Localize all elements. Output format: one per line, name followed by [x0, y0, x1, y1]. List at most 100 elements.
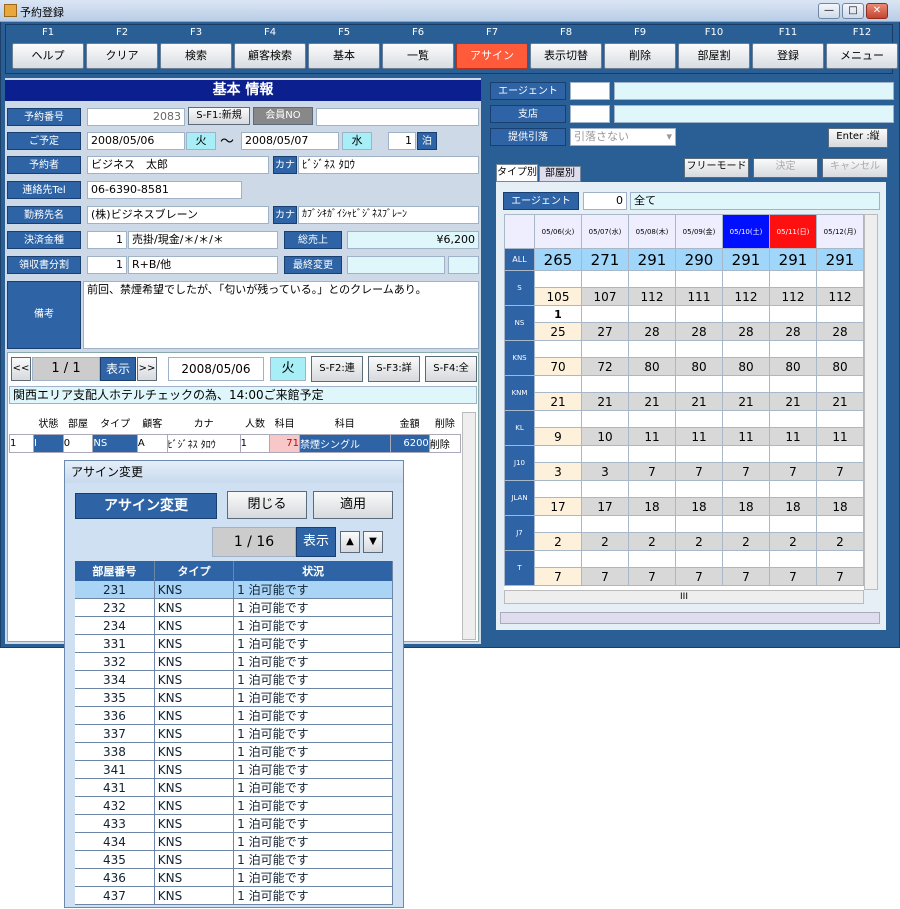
- memo-field[interactable]: 関西エリア支配人ホテルチェックの為、14:00ご来館予定: [9, 386, 477, 404]
- agent2-no-field[interactable]: 0: [583, 192, 627, 210]
- detail-scrollbar[interactable]: [462, 412, 476, 640]
- grid-cell[interactable]: 3: [581, 462, 629, 481]
- payment-no-field[interactable]: 1: [87, 231, 127, 249]
- grid-cell-mark[interactable]: [722, 445, 770, 463]
- fkey-button-f4[interactable]: 顧客検索: [234, 43, 306, 69]
- grid-cell-mark[interactable]: [675, 270, 723, 288]
- grid-cell-mark[interactable]: [769, 375, 817, 393]
- company-field[interactable]: (株)ビジネスブレーン: [87, 206, 269, 224]
- grid-cell[interactable]: 112: [769, 287, 817, 306]
- agent-code-field[interactable]: [570, 82, 610, 100]
- member-no-button[interactable]: 会員NO: [253, 107, 313, 125]
- grid-cell[interactable]: 28: [628, 322, 676, 341]
- dialog-show-button[interactable]: 表示: [296, 527, 336, 557]
- grid-cell[interactable]: 7: [675, 567, 723, 586]
- room-list-item[interactable]: 234 KNS 1 泊可能です: [75, 616, 393, 635]
- grid-cell-mark[interactable]: [675, 480, 723, 498]
- grid-cell[interactable]: 18: [722, 497, 770, 516]
- grid-cell-mark[interactable]: [581, 410, 629, 428]
- grid-cell-mark[interactable]: [722, 480, 770, 498]
- grid-cell-mark[interactable]: [675, 305, 723, 323]
- cancel-button[interactable]: キャンセル: [822, 158, 888, 178]
- grid-cell[interactable]: 18: [675, 497, 723, 516]
- grid-cell[interactable]: 291: [628, 248, 676, 271]
- grid-cell-mark[interactable]: [628, 270, 676, 288]
- room-list-item[interactable]: 341 KNS 1 泊可能です: [75, 760, 393, 779]
- receipt-no-field[interactable]: 1: [87, 256, 127, 274]
- grid-cell-mark[interactable]: [769, 340, 817, 358]
- prev-page-button[interactable]: <<: [11, 357, 31, 381]
- grid-cell[interactable]: 21: [816, 392, 864, 411]
- reservation-no-field[interactable]: 2083: [87, 108, 185, 126]
- grid-cell-mark[interactable]: [581, 515, 629, 533]
- grid-cell[interactable]: 11: [722, 427, 770, 446]
- remarks-field[interactable]: 前回、禁煙希望でしたが、「匂いが残っている。」とのクレームあり。: [83, 281, 479, 349]
- grid-cell-mark[interactable]: [534, 375, 582, 393]
- table-row[interactable]: 1 I 0 NS A ﾋﾞｼﾞﾈｽ ﾀﾛｳ 1 71 禁煙シングル 6200 削除: [9, 433, 462, 453]
- grid-cell[interactable]: 21: [628, 392, 676, 411]
- grid-cell[interactable]: 271: [581, 248, 629, 271]
- grid-cell-mark[interactable]: [581, 375, 629, 393]
- grid-cell[interactable]: 11: [675, 427, 723, 446]
- grid-cell-mark[interactable]: [722, 270, 770, 288]
- grid-cell[interactable]: 11: [769, 427, 817, 446]
- consecutive-button[interactable]: S-F2:連: [311, 356, 363, 382]
- grid-cell-mark[interactable]: [816, 270, 864, 288]
- grid-cell-mark[interactable]: [722, 375, 770, 393]
- grid-cell-mark[interactable]: [816, 550, 864, 568]
- grid-cell-mark[interactable]: [816, 480, 864, 498]
- grid-cell[interactable]: 112: [816, 287, 864, 306]
- grid-cell-mark[interactable]: [816, 375, 864, 393]
- grid-cell-mark[interactable]: [534, 515, 582, 533]
- grid-hscrollbar[interactable]: III: [504, 590, 864, 604]
- fkey-button-f7[interactable]: アサイン: [456, 43, 528, 69]
- grid-vscrollbar[interactable]: [864, 214, 878, 590]
- grid-cell-mark[interactable]: [722, 515, 770, 533]
- fkey-button-f1[interactable]: ヘルプ: [12, 43, 84, 69]
- grid-cell[interactable]: 72: [581, 357, 629, 376]
- grid-cell[interactable]: 291: [769, 248, 817, 271]
- grid-cell-mark[interactable]: [769, 305, 817, 323]
- grid-cell-mark[interactable]: [675, 515, 723, 533]
- fkey-button-f9[interactable]: 削除: [604, 43, 676, 69]
- all-button[interactable]: S-F4:全: [425, 356, 477, 382]
- grid-cell[interactable]: 27: [581, 322, 629, 341]
- grid-cell[interactable]: 290: [675, 248, 723, 271]
- grid-cell-mark[interactable]: [581, 340, 629, 358]
- grid-cell[interactable]: 7: [769, 462, 817, 481]
- grid-cell[interactable]: 2: [769, 532, 817, 551]
- grid-cell[interactable]: 28: [675, 322, 723, 341]
- grid-cell-mark[interactable]: [628, 305, 676, 323]
- grid-cell[interactable]: 17: [534, 497, 582, 516]
- grid-cell[interactable]: 2: [581, 532, 629, 551]
- room-list-item[interactable]: 336 KNS 1 泊可能です: [75, 706, 393, 725]
- company-kana-field[interactable]: ｶﾌﾞｼｷｶﾞｲｼｬﾋﾞｼﾞﾈｽﾌﾞﾚｰﾝ: [298, 206, 479, 224]
- grid-cell[interactable]: 28: [722, 322, 770, 341]
- grid-cell[interactable]: 291: [722, 248, 770, 271]
- provide-select[interactable]: 引落さない ▾: [570, 128, 676, 146]
- grid-cell[interactable]: 80: [816, 357, 864, 376]
- nights-field[interactable]: 1: [388, 132, 416, 150]
- grid-cell[interactable]: 18: [816, 497, 864, 516]
- member-no-field[interactable]: [316, 108, 479, 126]
- grid-cell-mark[interactable]: [675, 375, 723, 393]
- grid-cell-mark[interactable]: [628, 515, 676, 533]
- grid-cell[interactable]: 2: [816, 532, 864, 551]
- maximize-button[interactable]: □: [842, 3, 864, 19]
- fkey-button-f3[interactable]: 検索: [160, 43, 232, 69]
- room-list-item[interactable]: 231 KNS 1 泊可能です: [75, 581, 393, 599]
- tab-room[interactable]: 部屋別: [539, 166, 581, 182]
- grid-cell[interactable]: 21: [581, 392, 629, 411]
- room-list-item[interactable]: 337 KNS 1 泊可能です: [75, 724, 393, 743]
- grid-cell-mark[interactable]: [628, 445, 676, 463]
- grid-cell[interactable]: 28: [769, 322, 817, 341]
- minimize-button[interactable]: —: [818, 3, 840, 19]
- grid-cell[interactable]: 9: [534, 427, 582, 446]
- grid-cell[interactable]: 7: [628, 462, 676, 481]
- grid-cell[interactable]: 11: [816, 427, 864, 446]
- date-from-field[interactable]: 2008/05/06: [87, 132, 185, 150]
- grid-cell-mark[interactable]: [581, 445, 629, 463]
- room-list-item[interactable]: 331 KNS 1 泊可能です: [75, 634, 393, 653]
- grid-cell-mark[interactable]: [628, 410, 676, 428]
- grid-cell-mark[interactable]: [581, 480, 629, 498]
